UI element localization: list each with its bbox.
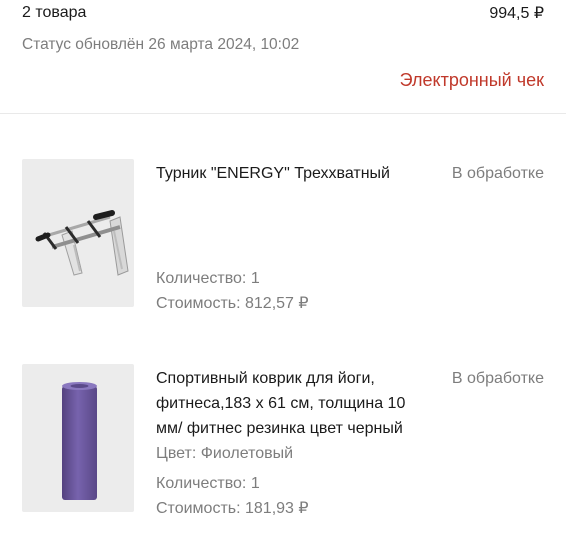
product-price: Стоимость: 812,57 ₽	[156, 295, 309, 312]
order-item: Турник "ENERGY" Треххватный В обработке …	[22, 159, 544, 312]
product-quantity: Количество: 1	[156, 270, 260, 287]
order-summary: 2 товара 994,5 ₽	[22, 2, 544, 24]
divider	[0, 113, 566, 114]
product-price: Стоимость: 181,93 ₽	[156, 500, 309, 517]
items-count: 2 товара	[22, 4, 87, 21]
product-quantity: Количество: 1	[156, 475, 260, 492]
product-title[interactable]: Спортивный коврик для йоги, фитнеса,183 …	[156, 366, 432, 441]
status-updated-text: Статус обновлён 26 марта 2024, 10:02	[22, 36, 300, 53]
product-status: В обработке	[451, 370, 544, 387]
yoga-mat-image[interactable]	[22, 364, 134, 512]
pull-up-bar-image[interactable]	[22, 159, 134, 307]
electronic-receipt-link[interactable]: Электронный чек	[400, 70, 544, 91]
product-title[interactable]: Турник "ENERGY" Треххватный	[156, 161, 432, 186]
product-color: Цвет: Фиолетовый	[156, 445, 294, 462]
pull-up-bar-icon	[35, 210, 129, 276]
product-status: В обработке	[451, 165, 544, 182]
order-total: 994,5 ₽	[489, 5, 544, 22]
yoga-mat-icon	[62, 382, 97, 500]
order-item: Спортивный коврик для йоги, фитнеса,183 …	[22, 364, 544, 517]
